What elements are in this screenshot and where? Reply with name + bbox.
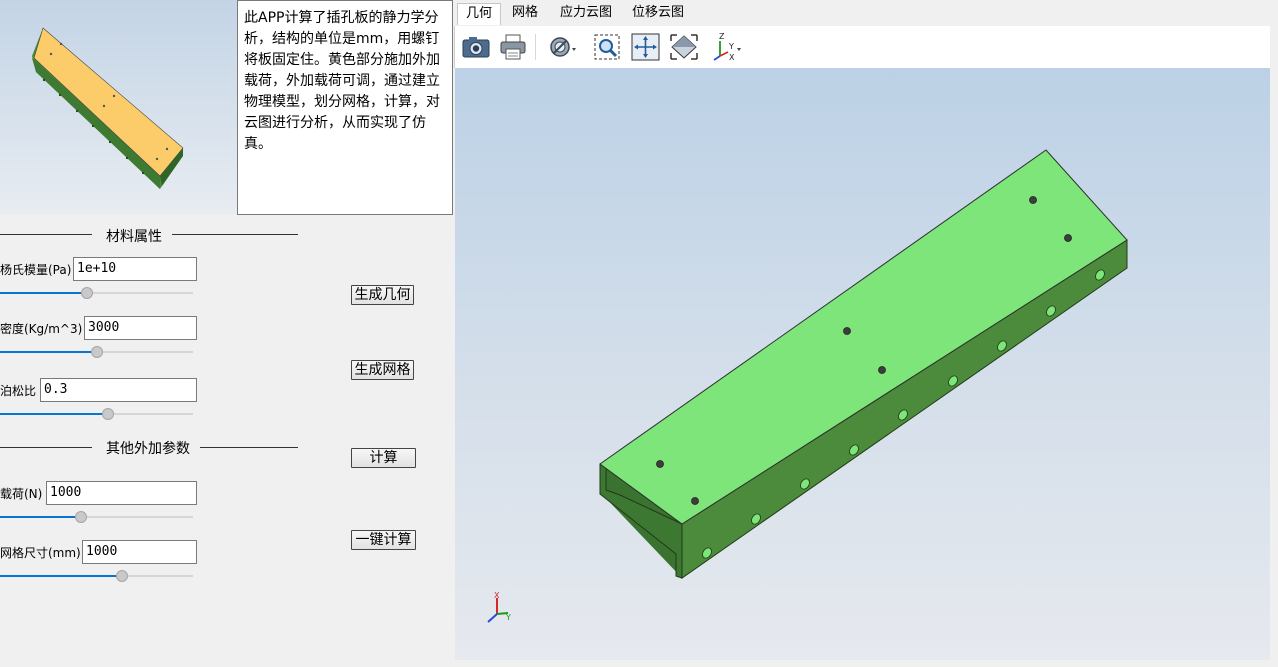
density-input[interactable]: 3000 [84, 316, 197, 340]
youngs-modulus-input[interactable]: 1e+10 [73, 257, 197, 281]
app-description: 此APP计算了插孔板的静力学分析，结构的单位是mm，用螺钉将板固定住。黄色部分施… [237, 0, 453, 215]
tab-geometry[interactable]: 几何 [457, 3, 502, 25]
tab-stress-contour[interactable]: 应力云图 [552, 3, 620, 25]
load-input[interactable]: 1000 [46, 481, 197, 505]
triad-x-label: X [494, 591, 500, 600]
section-divider [200, 447, 298, 448]
slider-thumb[interactable] [102, 408, 115, 420]
load-slider[interactable] [0, 510, 193, 524]
poisson-ratio-input[interactable]: 0.3 [40, 378, 197, 402]
visibility-icon[interactable] [545, 32, 577, 62]
view-fit-icon[interactable] [668, 32, 700, 62]
zoom-extents-icon[interactable] [630, 32, 662, 62]
vertical-scrollbar[interactable] [1270, 26, 1278, 660]
axis-x-label: X [729, 53, 735, 62]
material-section-title: 材料属性 [106, 229, 162, 245]
slider-thumb[interactable] [80, 287, 93, 299]
camera-icon[interactable] [460, 32, 492, 62]
3d-viewport[interactable]: X Y [455, 68, 1270, 660]
zoom-box-icon[interactable] [592, 32, 624, 62]
poisson-ratio-label: 泊松比 [0, 384, 37, 398]
viewer-toolbar: Z Y X [454, 26, 1270, 68]
geometry-preview-image [0, 0, 237, 214]
tab-mesh[interactable]: 网格 [504, 3, 546, 25]
mesh-size-slider[interactable] [0, 569, 193, 583]
printer-icon[interactable] [497, 32, 529, 62]
slider-thumb[interactable] [75, 511, 88, 523]
section-divider [172, 234, 298, 235]
generate-mesh-button[interactable]: 生成网格 [351, 360, 414, 380]
axis-triad: X Y [487, 591, 511, 623]
section-divider [0, 447, 92, 448]
slider-thumb[interactable] [90, 346, 103, 358]
youngs-modulus-label: 杨氏模量(Pa) [0, 263, 72, 277]
slider-thumb[interactable] [115, 570, 128, 582]
youngs-modulus-slider[interactable] [0, 286, 193, 300]
density-slider[interactable] [0, 345, 193, 359]
view-tabs: 几何 网格 应力云图 位移云图 [454, 0, 1278, 26]
axis-y-label: Y [728, 42, 734, 51]
one-click-compute-button[interactable]: 一键计算 [351, 530, 416, 550]
section-divider [0, 234, 92, 235]
mesh-size-label: 网格尺寸(mm) [0, 546, 81, 560]
triad-y-label: Y [505, 613, 511, 622]
load-label: 载荷(N) [0, 487, 43, 501]
generate-geometry-button[interactable]: 生成几何 [351, 285, 414, 305]
axis-z-label: Z [719, 32, 725, 41]
poisson-ratio-slider[interactable] [0, 407, 193, 421]
compute-button[interactable]: 计算 [351, 448, 416, 468]
axis-orientation-icon[interactable]: Z Y X [710, 32, 750, 62]
toolbar-separator [535, 34, 536, 60]
tab-displacement-contour[interactable]: 位移云图 [624, 3, 692, 25]
density-label: 密度(Kg/m^3) [0, 322, 83, 336]
extra-section-title: 其他外加参数 [106, 441, 190, 457]
mesh-size-input[interactable]: 1000 [82, 540, 197, 564]
